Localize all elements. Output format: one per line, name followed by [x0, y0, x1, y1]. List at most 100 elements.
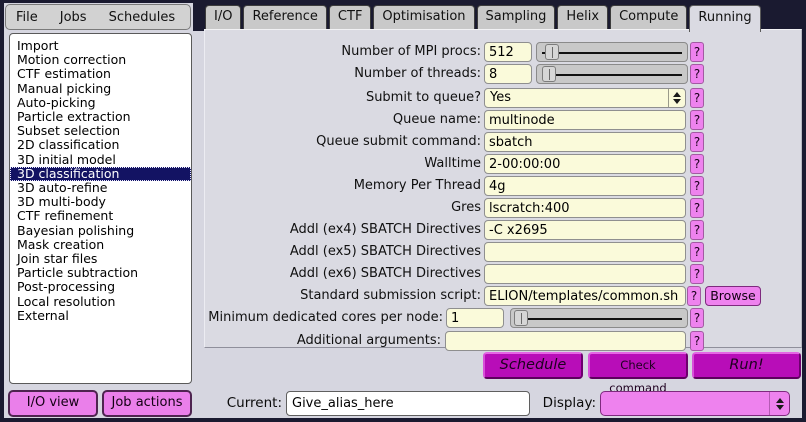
submission-script-input[interactable] — [484, 286, 686, 306]
min-cores-label: Minimum dedicated cores per node: — [208, 310, 443, 325]
sbatch-ex5-label: Addl (ex5) SBATCH Directives — [289, 244, 481, 259]
schedule-button[interactable]: Schedule — [483, 352, 583, 379]
help-button[interactable]: ? — [690, 110, 704, 130]
tab-io[interactable]: I/O — [205, 5, 242, 29]
current-alias-input[interactable] — [286, 391, 530, 416]
job-item-3d-classification-selected[interactable]: 3D classification — [10, 166, 191, 182]
help-button[interactable]: ? — [690, 220, 704, 240]
row-sbatch-ex5: Addl (ex5) SBATCH Directives ? — [205, 242, 801, 262]
memory-per-thread-input[interactable] — [484, 176, 686, 196]
tab-ctf[interactable]: CTF — [328, 5, 372, 29]
current-label: Current: — [226, 395, 282, 411]
threads-input[interactable] — [484, 64, 532, 84]
help-button[interactable]: ? — [690, 154, 704, 174]
job-item-2d-classification[interactable]: 2D classification — [10, 138, 191, 152]
help-button[interactable]: ? — [690, 64, 704, 84]
job-item-3d-auto-refine[interactable]: 3D auto-refine — [10, 180, 191, 195]
row-sbatch-ex6: Addl (ex6) SBATCH Directives ? — [205, 264, 801, 284]
queue-submit-command-label: Queue submit command: — [316, 134, 481, 149]
queue-submit-command-input[interactable] — [484, 132, 686, 152]
run-button[interactable]: Run! — [692, 352, 801, 379]
job-item-join-star-files[interactable]: Join star files — [10, 251, 191, 266]
help-button[interactable]: ? — [687, 286, 701, 306]
help-button[interactable]: ? — [690, 308, 704, 328]
slider-handle[interactable] — [545, 44, 559, 60]
job-type-browser: Import Motion correction CTF estimation … — [9, 33, 192, 384]
job-item-particle-subtraction[interactable]: Particle subtraction — [10, 266, 191, 280]
row-additional-arguments: Additional arguments: ? — [205, 331, 801, 351]
display-label: Display: — [542, 395, 596, 411]
slider-handle[interactable] — [514, 310, 528, 326]
help-button[interactable]: ? — [690, 331, 704, 351]
relion-main-window: File Jobs Schedules Import Motion correc… — [0, 0, 806, 422]
job-item-mask-creation[interactable]: Mask creation — [10, 237, 191, 252]
row-mpi-procs: Number of MPI procs: ? — [205, 42, 801, 62]
tab-reference[interactable]: Reference — [243, 5, 327, 29]
job-item-bayesian-polishing[interactable]: Bayesian polishing — [10, 223, 191, 238]
tab-bar: I/O Reference CTF Optimisation Sampling … — [205, 5, 761, 32]
job-item-particle-extraction[interactable]: Particle extraction — [10, 109, 191, 124]
io-view-button[interactable]: I/O view — [8, 390, 98, 417]
tab-sampling[interactable]: Sampling — [476, 5, 556, 29]
help-button[interactable]: ? — [690, 198, 704, 218]
help-button[interactable]: ? — [690, 242, 704, 262]
updown-arrows-icon — [668, 89, 685, 107]
help-button[interactable]: ? — [690, 42, 704, 62]
job-item-manual-picking[interactable]: Manual picking — [10, 81, 191, 96]
job-item-3d-initial-model[interactable]: 3D initial model — [10, 152, 191, 167]
walltime-input[interactable] — [484, 154, 686, 174]
help-button[interactable]: ? — [690, 88, 704, 108]
job-actions-button[interactable]: Job actions — [102, 390, 192, 417]
job-item-post-processing[interactable]: Post-processing — [10, 280, 191, 294]
additional-arguments-input[interactable] — [445, 331, 686, 351]
menu-jobs[interactable]: Jobs — [60, 10, 87, 25]
job-item-ctf-refinement[interactable]: CTF refinement — [10, 209, 191, 223]
slider-handle[interactable] — [542, 66, 556, 82]
tab-optimisation[interactable]: Optimisation — [373, 5, 475, 29]
help-button[interactable]: ? — [690, 176, 704, 196]
job-item-local-resolution[interactable]: Local resolution — [10, 294, 191, 309]
queue-name-input[interactable] — [484, 110, 686, 130]
sbatch-ex6-input[interactable] — [484, 264, 686, 284]
tab-helix[interactable]: Helix — [557, 5, 609, 29]
running-tab-panel: Number of MPI procs: ? Number of threads… — [204, 29, 802, 351]
submission-script-label: Standard submission script: — [300, 288, 481, 303]
submit-queue-value: Yes — [490, 90, 511, 105]
display-dropdown[interactable] — [600, 391, 790, 416]
job-item-3d-multi-body[interactable]: 3D multi-body — [10, 195, 191, 209]
submit-queue-label: Submit to queue? — [365, 90, 481, 105]
row-gres: Gres ? — [205, 198, 801, 218]
walltime-label: Walltime — [424, 156, 481, 171]
mpi-procs-slider[interactable] — [536, 42, 688, 62]
menu-schedules[interactable]: Schedules — [109, 10, 176, 25]
tab-running-active[interactable]: Running — [689, 5, 761, 32]
row-min-cores: Minimum dedicated cores per node: ? — [205, 308, 801, 328]
gres-input[interactable] — [484, 198, 686, 218]
job-item-motion-correction[interactable]: Motion correction — [10, 53, 191, 67]
min-cores-slider[interactable] — [510, 308, 688, 328]
sbatch-ex6-label: Addl (ex6) SBATCH Directives — [289, 266, 481, 281]
sbatch-ex5-input[interactable] — [484, 242, 686, 262]
job-item-auto-picking[interactable]: Auto-picking — [10, 95, 191, 110]
threads-slider[interactable] — [536, 64, 688, 84]
job-item-external[interactable]: External — [10, 308, 191, 323]
check-command-button[interactable]: Check command — [588, 352, 688, 395]
mpi-procs-input[interactable] — [484, 42, 532, 62]
threads-label: Number of threads: — [354, 66, 481, 81]
submit-queue-dropdown[interactable]: Yes — [484, 88, 686, 108]
job-item-subset-selection[interactable]: Subset selection — [10, 124, 191, 138]
tab-compute[interactable]: Compute — [610, 5, 688, 29]
help-button[interactable]: ? — [690, 264, 704, 284]
job-item-import[interactable]: Import — [10, 38, 191, 53]
row-queue-name: Queue name: ? — [205, 110, 801, 130]
row-queue-submit-command: Queue submit command: ? — [205, 132, 801, 152]
sbatch-ex4-input[interactable] — [484, 220, 686, 240]
row-submission-script: Standard submission script: ? Browse — [205, 286, 801, 306]
menu-file[interactable]: File — [16, 10, 38, 25]
row-memory-per-thread: Memory Per Thread ? — [205, 176, 801, 196]
job-item-ctf-estimation[interactable]: CTF estimation — [10, 67, 191, 81]
help-button[interactable]: ? — [690, 132, 704, 152]
min-cores-input[interactable] — [446, 308, 504, 328]
browse-button[interactable]: Browse — [705, 286, 761, 306]
additional-arguments-label: Additional arguments: — [296, 333, 441, 348]
